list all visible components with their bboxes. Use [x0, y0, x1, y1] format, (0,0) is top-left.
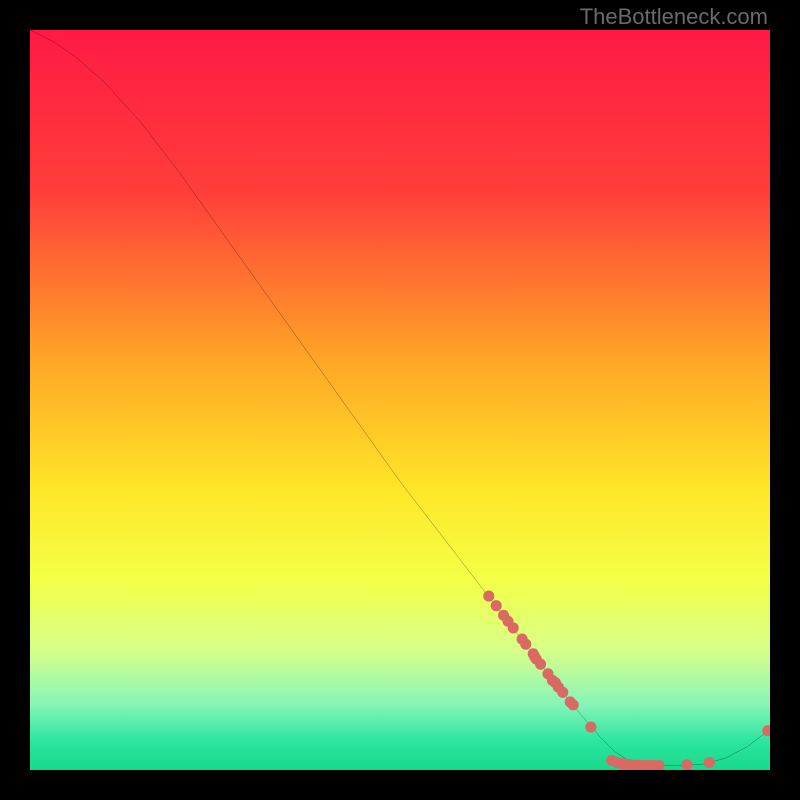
data-marker — [483, 591, 494, 602]
data-marker — [535, 659, 546, 670]
data-marker — [682, 759, 693, 770]
watermark-text: TheBottleneck.com — [580, 4, 768, 30]
data-marker — [508, 622, 519, 633]
data-marker — [520, 639, 531, 650]
gradient-background — [30, 30, 770, 770]
data-marker — [491, 600, 502, 611]
data-marker — [704, 757, 715, 768]
data-marker — [568, 699, 579, 710]
data-marker — [585, 722, 596, 733]
data-marker — [557, 687, 568, 698]
bottleneck-chart — [30, 30, 770, 770]
